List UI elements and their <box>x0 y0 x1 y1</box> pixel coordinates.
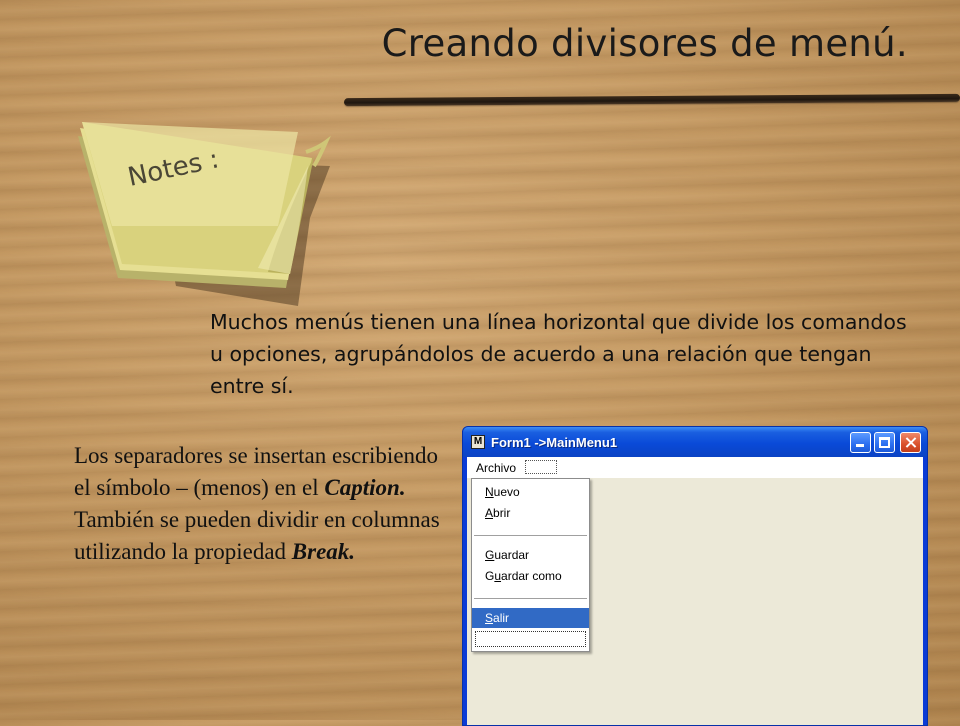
menu-item-guardar-como-prefix: G <box>485 569 495 583</box>
mnemonic-n: N <box>485 485 494 499</box>
menu-item-abrir-label: brir <box>493 506 511 520</box>
menu-archivo[interactable]: Archivo <box>476 461 516 475</box>
menu-item-guardar-label: uardar <box>494 548 530 562</box>
mnemonic-s: S <box>485 611 494 625</box>
menu-item-salir-label: alir <box>493 611 510 625</box>
menu-item-salir[interactable]: Salir <box>472 608 589 628</box>
maximize-button[interactable] <box>874 432 895 453</box>
side-text-part2: También se pueden dividir en columnas ut… <box>74 507 440 564</box>
break-keyword: Break. <box>291 539 356 564</box>
menu-item-nuevo-label: uevo <box>493 485 520 499</box>
menu-item-abrir[interactable]: Abrir <box>472 503 589 523</box>
menu-separator <box>474 535 587 536</box>
title-divider <box>343 93 960 107</box>
menu-item-nuevo[interactable]: Nuevo <box>472 482 589 502</box>
menu-new-item-placeholder[interactable] <box>475 631 586 647</box>
side-paragraph: Los separadores se insertan escribiendo … <box>74 440 459 568</box>
close-button[interactable] <box>900 432 921 453</box>
slide-title: Creando divisores de menú. <box>381 22 908 65</box>
menu-item-guardar-como[interactable]: Guardar como <box>472 566 589 586</box>
form-window: M Form1 ->MainMenu1 Archivo Nuevo Abrir … <box>462 426 928 726</box>
menu-new-item-placeholder[interactable] <box>525 460 557 474</box>
caption-keyword: Caption. <box>324 475 406 500</box>
form-client-area: Archivo Nuevo Abrir Guardar Guardar como… <box>467 457 923 725</box>
menu-item-guardar-como-label: ardar como <box>501 569 562 583</box>
mnemonic-g: G <box>485 548 495 562</box>
window-titlebar[interactable]: M Form1 ->MainMenu1 <box>463 427 927 457</box>
menu-separator <box>474 598 587 599</box>
minimize-button[interactable] <box>850 432 871 453</box>
menu-bar: Archivo <box>467 457 923 478</box>
mnemonic-a: A <box>485 506 494 520</box>
notes-pad-icon: Notes : <box>78 122 331 306</box>
window-title: Form1 ->MainMenu1 <box>491 435 618 450</box>
app-icon: M <box>471 435 485 449</box>
intro-paragraph: Muchos menús tienen una línea horizontal… <box>210 310 907 398</box>
menu-item-guardar[interactable]: Guardar <box>472 545 589 565</box>
archivo-dropdown: Nuevo Abrir Guardar Guardar como Salir <box>471 478 590 652</box>
